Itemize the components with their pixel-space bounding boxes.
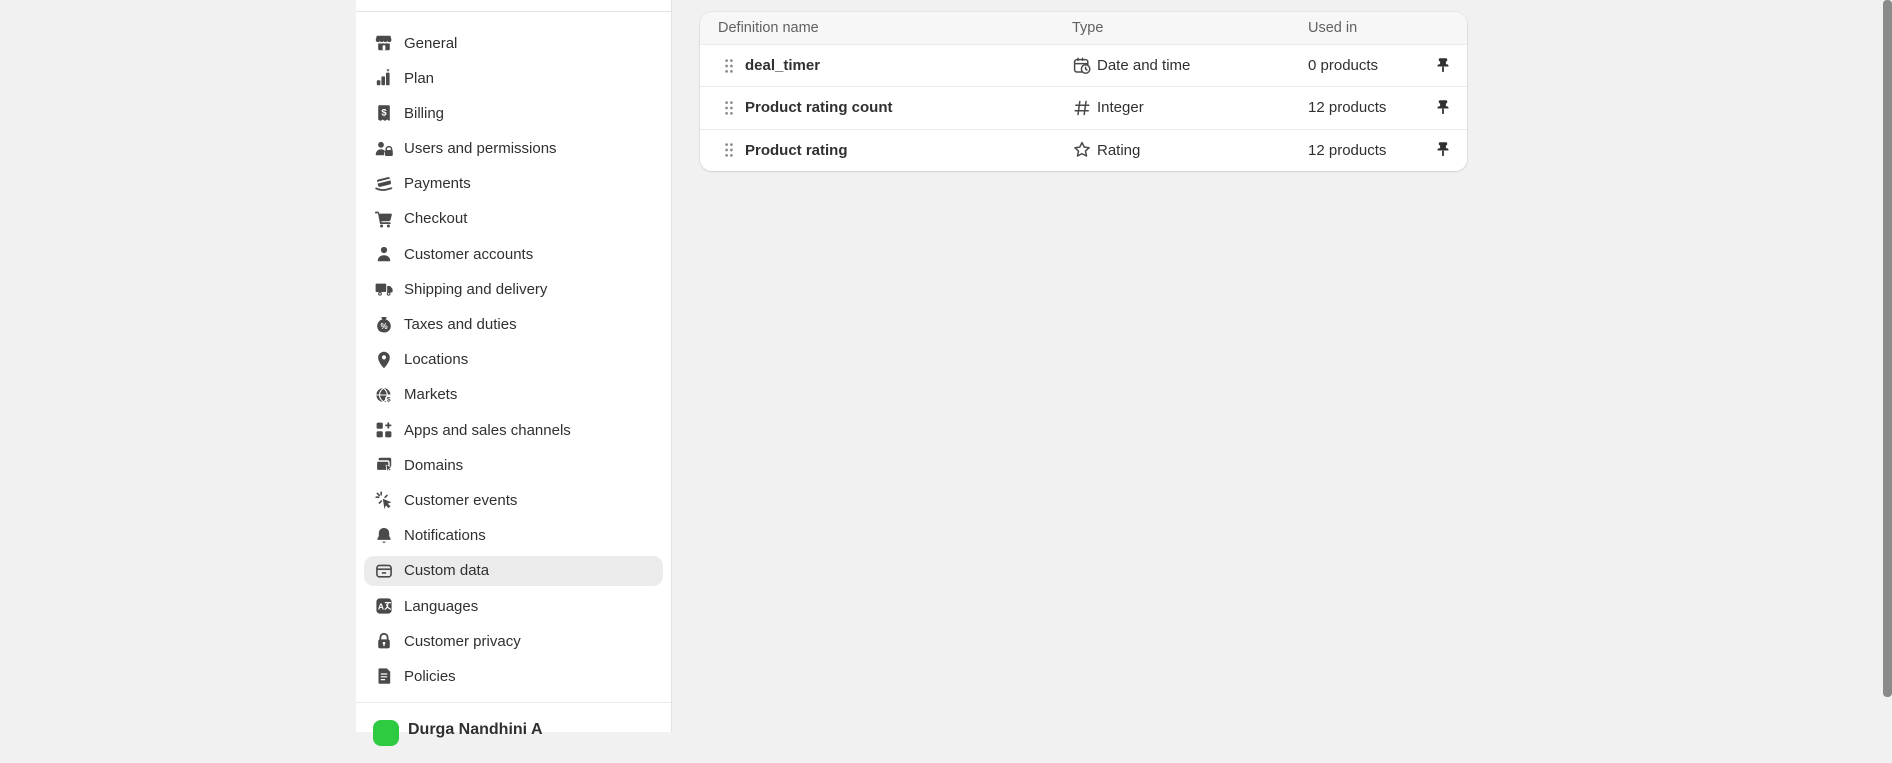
column-header-definition-name: Definition name <box>700 20 1072 36</box>
sidebar-item-customer-events[interactable]: Customer events <box>364 485 663 515</box>
metafield-definitions-table: Definition name Type Used in deal_timer … <box>700 12 1467 171</box>
svg-text:$: $ <box>387 396 391 403</box>
svg-text:%: % <box>380 321 387 330</box>
type-label: Rating <box>1097 142 1140 159</box>
sidebar-item-shipping-and-delivery[interactable]: Shipping and delivery <box>364 274 663 304</box>
sidebar-item-custom-data[interactable]: Custom data <box>364 556 663 586</box>
sidebar-item-apps-and-sales-channels[interactable]: Apps and sales channels <box>364 415 663 445</box>
lock-icon <box>374 631 394 651</box>
apps-grid-plus-icon <box>374 420 394 440</box>
table-row[interactable]: deal_timer Date and time 0 products <box>700 45 1467 87</box>
user-name: Durga Nandhini A <box>408 721 543 739</box>
hand-card-icon <box>374 174 394 194</box>
bell-icon <box>374 526 394 546</box>
type-label: Integer <box>1097 99 1144 116</box>
scrollbar-track[interactable] <box>1883 0 1892 732</box>
user-lock-icon <box>374 139 394 159</box>
cart-icon <box>374 209 394 229</box>
sidebar-item-policies[interactable]: Policies <box>364 661 663 691</box>
sidebar-item-users-and-permissions[interactable]: Users and permissions <box>364 134 663 164</box>
scrollbar-thumb[interactable] <box>1883 0 1892 697</box>
sidebar-item-billing[interactable]: $ Billing <box>364 98 663 128</box>
sidebar-item-general[interactable]: General <box>364 28 663 58</box>
receipt-dollar-icon: $ <box>374 103 394 123</box>
table-row[interactable]: Product rating count Integer 12 products <box>700 87 1467 129</box>
sidebar-item-checkout[interactable]: Checkout <box>364 204 663 234</box>
translate-icon: A <box>374 596 394 616</box>
sidebar-item-locations[interactable]: Locations <box>364 345 663 375</box>
used-in-label: 12 products <box>1308 142 1386 159</box>
store-icon <box>374 33 394 53</box>
pin-icon[interactable] <box>1433 140 1453 160</box>
person-icon <box>374 244 394 264</box>
hash-icon <box>1072 98 1092 118</box>
sidebar-top-strip <box>356 0 671 12</box>
pin-icon[interactable] <box>1433 98 1453 118</box>
sidebar-item-plan[interactable]: Plan <box>364 63 663 93</box>
plan-steps-icon <box>374 68 394 88</box>
used-in-label: 12 products <box>1308 99 1386 116</box>
used-in-label: 0 products <box>1308 57 1378 74</box>
sidebar-item-languages[interactable]: A Languages <box>364 591 663 621</box>
sidebar-item-taxes-and-duties[interactable]: % Taxes and duties <box>364 310 663 340</box>
sidebar-item-customer-privacy[interactable]: Customer privacy <box>364 626 663 656</box>
svg-text:A: A <box>378 602 384 612</box>
svg-text:$: $ <box>381 108 387 119</box>
table-header-row: Definition name Type Used in <box>700 12 1467 45</box>
settings-nav: General Plan $ Billing Users and permiss… <box>356 12 671 691</box>
user-profile-item[interactable]: Durga Nandhini A <box>356 703 671 763</box>
drag-handle-icon[interactable] <box>722 98 736 118</box>
definition-name-link[interactable]: Product rating count <box>745 99 893 116</box>
truck-icon <box>374 279 394 299</box>
cursor-click-icon <box>374 490 394 510</box>
map-pin-icon <box>374 350 394 370</box>
type-label: Date and time <box>1097 57 1190 74</box>
user-avatar <box>373 720 399 746</box>
document-lines-icon <box>374 666 394 686</box>
globe-dollar-icon: $ <box>374 385 394 405</box>
definition-name-link[interactable]: Product rating <box>745 142 848 159</box>
browser-windows-cursor-icon <box>374 455 394 475</box>
sidebar-item-customer-accounts[interactable]: Customer accounts <box>364 239 663 269</box>
calendar-clock-icon <box>1072 56 1092 76</box>
sidebar-item-markets[interactable]: $ Markets <box>364 380 663 410</box>
database-drawer-icon <box>374 561 394 581</box>
sidebar-item-domains[interactable]: Domains <box>364 450 663 480</box>
column-header-type: Type <box>1072 20 1308 36</box>
star-icon <box>1072 140 1092 160</box>
pin-icon[interactable] <box>1433 56 1453 76</box>
table-row[interactable]: Product rating Rating 12 products <box>700 130 1467 171</box>
money-bag-percent-icon: % <box>374 315 394 335</box>
column-header-used-in: Used in <box>1308 20 1467 36</box>
drag-handle-icon[interactable] <box>722 140 736 160</box>
drag-handle-icon[interactable] <box>722 56 736 76</box>
table-body: deal_timer Date and time 0 products Prod… <box>700 45 1467 171</box>
definition-name-link[interactable]: deal_timer <box>745 57 820 74</box>
settings-sidebar: General Plan $ Billing Users and permiss… <box>356 0 672 732</box>
sidebar-item-notifications[interactable]: Notifications <box>364 521 663 551</box>
sidebar-item-payments[interactable]: Payments <box>364 169 663 199</box>
